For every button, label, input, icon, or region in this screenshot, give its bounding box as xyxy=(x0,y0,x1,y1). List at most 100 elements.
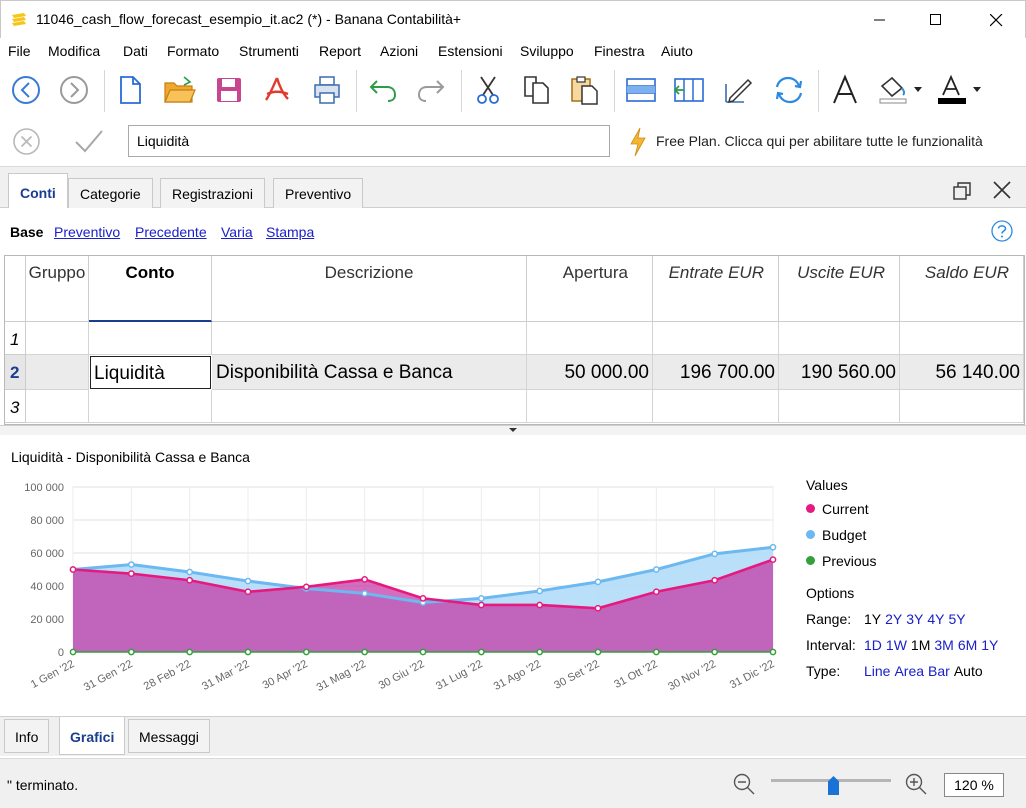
cell-apertura[interactable] xyxy=(527,390,653,423)
point-budget[interactable] xyxy=(536,587,544,595)
help-icon[interactable] xyxy=(991,220,1013,242)
point-previous[interactable] xyxy=(769,648,777,656)
interval-option-3m[interactable]: 3M xyxy=(934,637,953,653)
tab-preventivo[interactable]: Preventivo xyxy=(273,178,364,209)
menu-formato[interactable]: Formato xyxy=(167,43,219,59)
cell-descrizione[interactable] xyxy=(212,322,527,355)
cell-gruppo[interactable] xyxy=(26,390,89,423)
minimize-button[interactable] xyxy=(857,1,903,39)
insert-rows-button[interactable] xyxy=(623,72,659,108)
tab-messaggi[interactable]: Messaggi xyxy=(128,719,210,753)
point-previous[interactable] xyxy=(302,648,310,656)
view-stampa[interactable]: Stampa xyxy=(266,224,314,240)
point-current[interactable] xyxy=(127,570,135,577)
new-file-button[interactable] xyxy=(112,72,148,108)
point-previous[interactable] xyxy=(652,648,660,656)
pdf-button[interactable] xyxy=(259,72,295,108)
lightning-icon[interactable] xyxy=(630,127,646,157)
view-precedente[interactable]: Precedente xyxy=(135,224,207,240)
point-budget[interactable] xyxy=(594,578,602,586)
row-number[interactable]: 1 xyxy=(5,322,26,355)
point-previous[interactable] xyxy=(69,648,77,656)
point-current[interactable] xyxy=(69,566,77,573)
cell-gruppo[interactable] xyxy=(26,322,89,355)
tab-conti[interactable]: Conti xyxy=(8,173,68,210)
interval-option-1y[interactable]: 1Y xyxy=(981,637,998,653)
zoom-slider[interactable] xyxy=(771,775,891,795)
point-previous[interactable] xyxy=(361,648,369,656)
point-previous[interactable] xyxy=(711,648,719,656)
cell-descrizione[interactable]: Disponibilità Cassa e Banca xyxy=(212,355,527,390)
edit-button[interactable] xyxy=(720,72,756,108)
interval-option-1d[interactable]: 1D xyxy=(864,637,882,653)
interval-option-6m[interactable]: 6M xyxy=(958,637,977,653)
cell-uscite[interactable]: 190 560.00 xyxy=(779,355,900,390)
row-number[interactable]: 3 xyxy=(5,390,26,423)
point-budget[interactable] xyxy=(186,568,194,576)
point-budget[interactable] xyxy=(477,595,485,602)
range-option-5y[interactable]: 5Y xyxy=(949,611,966,627)
point-budget[interactable] xyxy=(652,566,660,573)
point-current[interactable] xyxy=(361,576,369,583)
point-previous[interactable] xyxy=(536,648,544,656)
point-current[interactable] xyxy=(711,576,719,584)
copy-button[interactable] xyxy=(518,72,554,108)
cut-button[interactable] xyxy=(470,72,506,108)
back-button[interactable] xyxy=(8,72,44,108)
point-current[interactable] xyxy=(477,601,485,609)
fill-color-button[interactable] xyxy=(875,72,925,108)
restore-panel-icon[interactable] xyxy=(952,181,972,201)
menu-finestra[interactable]: Finestra xyxy=(594,43,645,59)
refresh-button[interactable] xyxy=(771,72,807,108)
cell-apertura[interactable]: 50 000.00 xyxy=(527,355,653,390)
view-base[interactable]: Base xyxy=(10,224,43,240)
point-previous[interactable] xyxy=(186,648,194,656)
add-column-button[interactable] xyxy=(671,72,707,108)
paste-button[interactable] xyxy=(566,72,602,108)
point-previous[interactable] xyxy=(477,648,485,656)
menu-dati[interactable]: Dati xyxy=(123,43,148,59)
cell-gruppo[interactable] xyxy=(26,355,89,390)
redo-button[interactable] xyxy=(413,72,449,108)
point-previous[interactable] xyxy=(127,648,135,656)
confirm-edit-icon[interactable] xyxy=(74,128,104,154)
cell-editor-input[interactable]: Liquidità xyxy=(128,125,610,157)
menu-estensioni[interactable]: Estensioni xyxy=(438,43,503,59)
free-plan-link[interactable]: Free Plan. Clicca qui per abilitare tutt… xyxy=(656,133,983,149)
close-panel-icon[interactable] xyxy=(993,181,1011,199)
point-previous[interactable] xyxy=(419,648,427,656)
range-option-4y[interactable]: 4Y xyxy=(927,611,944,627)
cell-saldo[interactable]: 56 140.00 xyxy=(900,355,1024,390)
menu-sviluppo[interactable]: Sviluppo xyxy=(520,43,574,59)
cell-saldo[interactable] xyxy=(900,322,1024,355)
cell-entrate[interactable]: 196 700.00 xyxy=(653,355,779,390)
row-number[interactable]: 2 xyxy=(5,355,26,390)
cell-descrizione[interactable] xyxy=(212,390,527,423)
col-header-uscite[interactable]: Uscite EUR xyxy=(779,256,900,322)
close-window-button[interactable] xyxy=(973,1,1019,39)
menu-report[interactable]: Report xyxy=(319,43,361,59)
point-budget[interactable] xyxy=(769,543,777,551)
legend-item-budget[interactable]: Budget xyxy=(806,527,866,543)
col-header-saldo[interactable]: Saldo EUR xyxy=(900,256,1024,322)
cell-entrate[interactable] xyxy=(653,390,779,423)
cell-apertura[interactable] xyxy=(527,322,653,355)
col-header-entrate[interactable]: Entrate EUR xyxy=(653,256,779,322)
point-budget[interactable] xyxy=(127,561,135,568)
zoom-in-icon[interactable] xyxy=(904,772,928,796)
menu-azioni[interactable]: Azioni xyxy=(380,43,418,59)
zoom-level-field[interactable]: 120 % xyxy=(944,773,1004,797)
type-option-line[interactable]: Line xyxy=(864,663,890,679)
view-preventivo[interactable]: Preventivo xyxy=(54,224,120,240)
print-button[interactable] xyxy=(309,72,345,108)
font-button[interactable] xyxy=(827,72,863,108)
point-current[interactable] xyxy=(186,576,194,584)
text-color-button[interactable] xyxy=(934,72,984,108)
save-button[interactable] xyxy=(211,72,247,108)
cell-conto-selected[interactable]: Liquidità xyxy=(90,356,211,389)
tab-grafici[interactable]: Grafici xyxy=(59,717,126,755)
forward-button[interactable] xyxy=(56,72,92,108)
type-option-area[interactable]: Area xyxy=(894,663,924,679)
range-option-2y[interactable]: 2Y xyxy=(885,611,902,627)
tab-registrazioni[interactable]: Registrazioni xyxy=(160,178,265,209)
